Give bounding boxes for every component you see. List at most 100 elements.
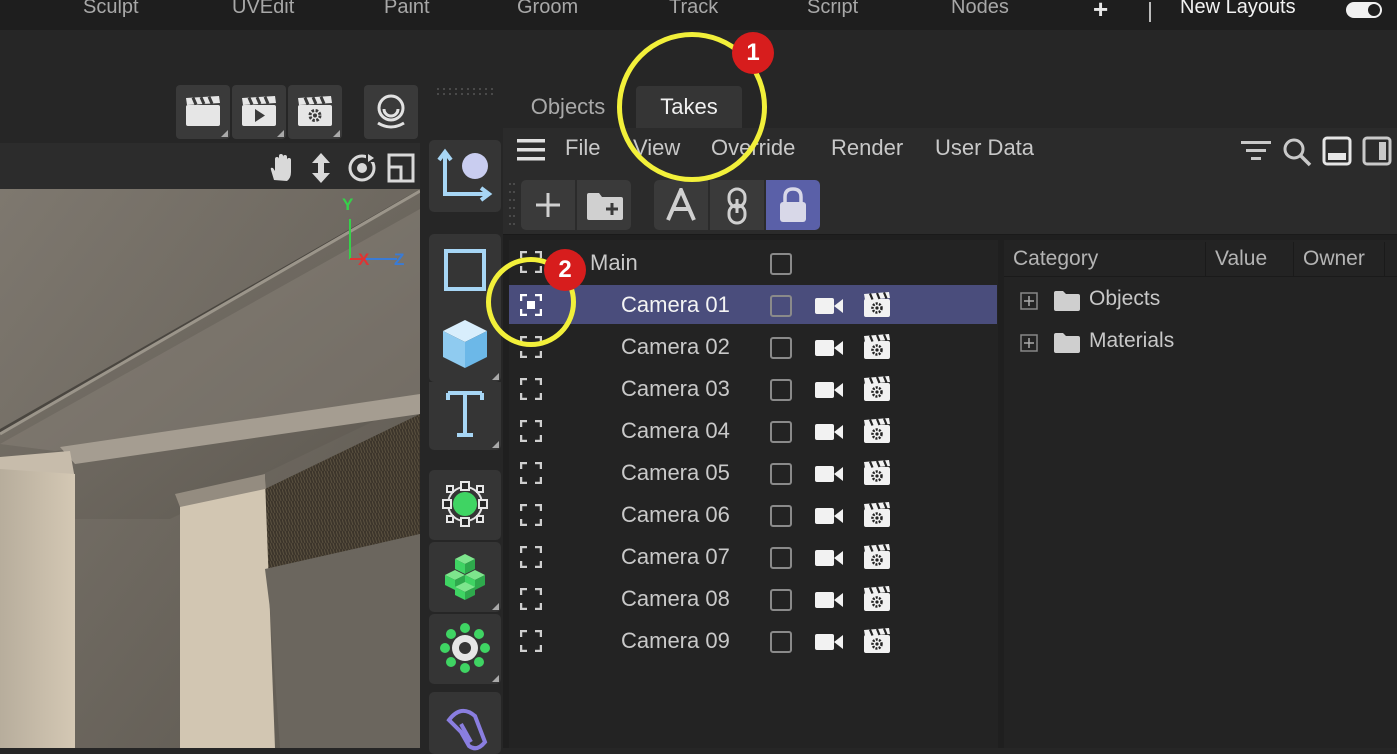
render-view-button[interactable] bbox=[176, 85, 230, 139]
take-name[interactable]: Camera 09 bbox=[621, 628, 730, 654]
deformer-tool-button[interactable] bbox=[429, 692, 501, 754]
camera-icon[interactable] bbox=[815, 549, 843, 567]
camera-icon[interactable] bbox=[815, 423, 843, 441]
take-checkbox[interactable] bbox=[770, 505, 792, 527]
column-owner[interactable]: Owner bbox=[1303, 247, 1365, 271]
activate-take-icon[interactable] bbox=[520, 378, 542, 400]
attr-category-materials[interactable]: Materials bbox=[1089, 329, 1174, 353]
camera-icon[interactable] bbox=[815, 633, 843, 651]
text-tool-button[interactable] bbox=[429, 382, 501, 450]
layout-tab-paint[interactable]: Paint bbox=[384, 0, 430, 19]
side-panel-icon[interactable] bbox=[1362, 136, 1392, 166]
folder-icon bbox=[1054, 291, 1080, 311]
render-settings-icon[interactable] bbox=[863, 418, 891, 444]
render-settings-icon[interactable] bbox=[863, 502, 891, 528]
filter-icon[interactable] bbox=[1241, 140, 1271, 162]
cloner-tool-button[interactable] bbox=[429, 542, 501, 612]
cube-icon[interactable] bbox=[441, 318, 489, 370]
auto-take-button[interactable] bbox=[654, 180, 708, 230]
activate-take-icon[interactable] bbox=[520, 546, 542, 568]
3d-viewport[interactable]: Y X Z bbox=[0, 189, 420, 748]
render-settings-button[interactable] bbox=[288, 85, 342, 139]
take-checkbox[interactable] bbox=[770, 295, 792, 317]
render-queue-button[interactable] bbox=[364, 85, 418, 139]
take-checkbox[interactable] bbox=[770, 337, 792, 359]
take-name[interactable]: Camera 08 bbox=[621, 586, 730, 612]
layout-tab-sculpt[interactable]: Sculpt bbox=[83, 0, 139, 19]
activate-take-icon[interactable] bbox=[520, 462, 542, 484]
take-checkbox[interactable] bbox=[770, 421, 792, 443]
activate-take-icon[interactable] bbox=[520, 588, 542, 610]
render-to-picture-viewer-button[interactable] bbox=[232, 85, 286, 139]
take-name[interactable]: Camera 07 bbox=[621, 544, 730, 570]
camera-icon[interactable] bbox=[815, 507, 843, 525]
tab-objects[interactable]: Objects bbox=[516, 86, 620, 128]
menu-user-data[interactable]: User Data bbox=[935, 135, 1034, 161]
generator-tool-button[interactable] bbox=[429, 470, 501, 540]
menu-file[interactable]: File bbox=[565, 135, 600, 161]
drag-handle-top[interactable] bbox=[436, 86, 496, 98]
camera-icon[interactable] bbox=[815, 381, 843, 399]
take-name[interactable]: Camera 06 bbox=[621, 502, 730, 528]
take-checkbox[interactable] bbox=[770, 589, 792, 611]
render-settings-icon[interactable] bbox=[863, 544, 891, 570]
expand-icon[interactable] bbox=[1020, 334, 1038, 352]
null-object-square-icon[interactable] bbox=[443, 248, 487, 292]
orbit-icon[interactable] bbox=[346, 152, 378, 184]
folder-icon bbox=[1054, 333, 1080, 353]
layout-tab-nodes[interactable]: Nodes bbox=[951, 0, 1009, 19]
expand-icon[interactable] bbox=[1020, 292, 1038, 310]
column-category[interactable]: Category bbox=[1013, 247, 1098, 271]
take-checkbox[interactable] bbox=[770, 631, 792, 653]
effector-tool-button[interactable] bbox=[429, 614, 501, 684]
camera-icon[interactable] bbox=[815, 591, 843, 609]
camera-icon[interactable] bbox=[815, 339, 843, 357]
render-settings-icon[interactable] bbox=[863, 376, 891, 402]
take-checkbox[interactable] bbox=[770, 547, 792, 569]
render-settings-icon[interactable] bbox=[863, 292, 891, 318]
camera-icon[interactable] bbox=[815, 465, 843, 483]
render-settings-icon[interactable] bbox=[863, 586, 891, 612]
take-name[interactable]: Camera 02 bbox=[621, 334, 730, 360]
menu-render[interactable]: Render bbox=[831, 135, 903, 161]
column-value[interactable]: Value bbox=[1215, 247, 1267, 271]
coordinate-system-button[interactable] bbox=[429, 140, 501, 212]
link-take-button[interactable] bbox=[710, 180, 764, 230]
move-arrows-icon[interactable] bbox=[306, 152, 336, 184]
take-checkbox[interactable] bbox=[770, 463, 792, 485]
take-name[interactable]: Camera 04 bbox=[621, 418, 730, 444]
take-name[interactable]: Camera 03 bbox=[621, 376, 730, 402]
render-settings-icon[interactable] bbox=[863, 334, 891, 360]
render-settings-icon[interactable] bbox=[863, 460, 891, 486]
plus-icon bbox=[536, 193, 560, 217]
render-settings-icon[interactable] bbox=[863, 628, 891, 654]
add-folder-button[interactable] bbox=[577, 180, 631, 230]
lock-overrides-button[interactable] bbox=[766, 180, 820, 230]
take-name[interactable]: Camera 05 bbox=[621, 460, 730, 486]
layout-tab-uvedit[interactable]: UVEdit bbox=[232, 0, 294, 19]
add-layout-button[interactable]: + bbox=[1093, 0, 1108, 25]
new-layouts-toggle[interactable] bbox=[1346, 2, 1382, 18]
bottom-panel-icon[interactable] bbox=[1322, 136, 1352, 166]
camera-icon[interactable] bbox=[815, 297, 843, 315]
search-icon[interactable] bbox=[1282, 137, 1312, 167]
pan-hand-icon[interactable] bbox=[266, 153, 296, 183]
attr-category-objects[interactable]: Objects bbox=[1089, 287, 1160, 311]
toolbar-drag-handle[interactable] bbox=[508, 180, 516, 228]
take-checkbox[interactable] bbox=[770, 379, 792, 401]
layout-tab-track[interactable]: Track bbox=[669, 0, 718, 19]
take-main[interactable]: Main bbox=[590, 250, 638, 276]
take-name[interactable]: Camera 01 bbox=[621, 292, 730, 318]
divider bbox=[1149, 2, 1151, 22]
activate-take-icon[interactable] bbox=[520, 420, 542, 442]
activate-take-icon[interactable] bbox=[520, 630, 542, 652]
teapot-render-icon bbox=[377, 94, 405, 129]
layout-tab-groom[interactable]: Groom bbox=[517, 0, 578, 19]
layout-tab-script[interactable]: Script bbox=[807, 0, 858, 19]
take-main-checkbox[interactable] bbox=[770, 253, 792, 275]
hamburger-menu-icon[interactable] bbox=[517, 139, 545, 161]
maximize-view-icon[interactable] bbox=[387, 153, 415, 183]
clapperboard-play-icon bbox=[242, 96, 276, 126]
add-take-button[interactable] bbox=[521, 180, 575, 230]
activate-take-icon[interactable] bbox=[520, 504, 542, 526]
